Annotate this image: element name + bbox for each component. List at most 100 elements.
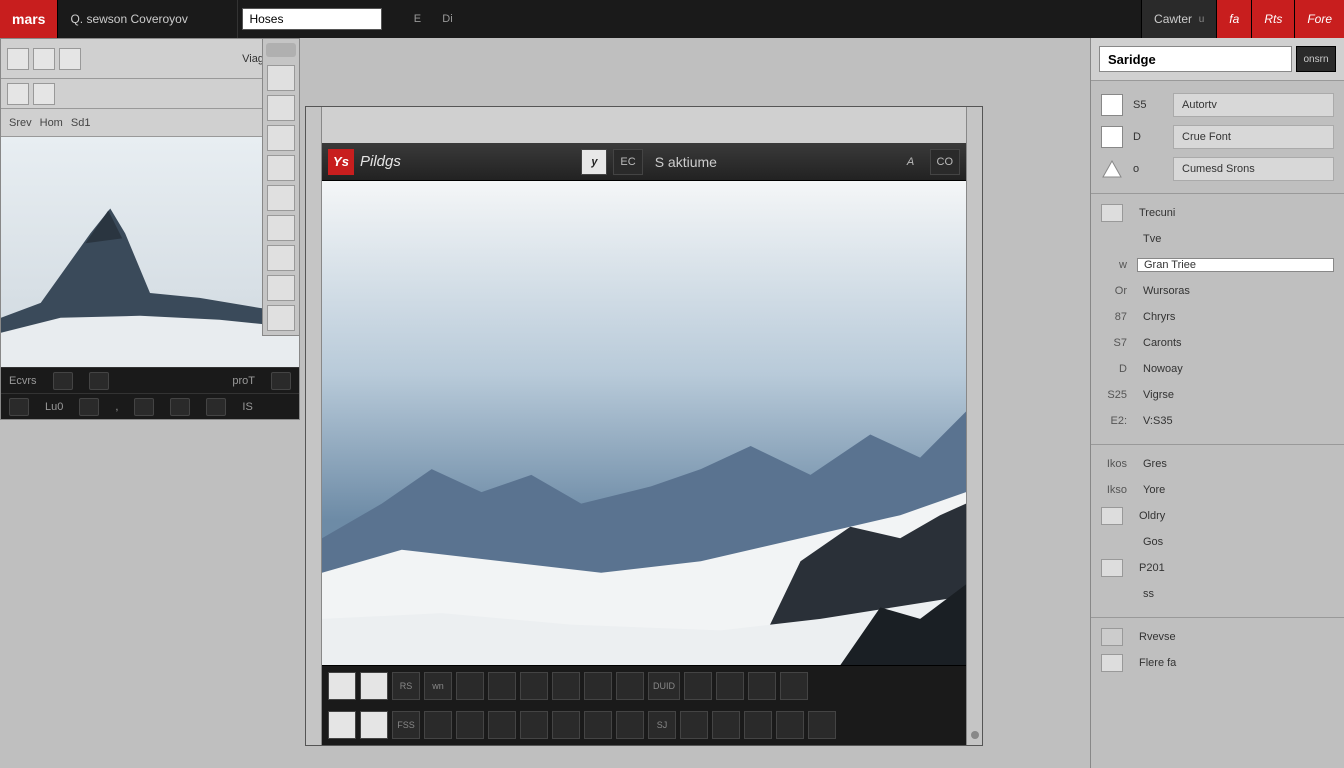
swatch-label: Crue Font bbox=[1173, 125, 1334, 149]
list-row[interactable]: P201 bbox=[1101, 555, 1334, 581]
thumbnail-item[interactable] bbox=[684, 672, 712, 700]
list-row[interactable]: Gos bbox=[1101, 529, 1334, 555]
thumbnail-item[interactable] bbox=[552, 672, 580, 700]
swatch-row[interactable]: S5 Autortv bbox=[1101, 89, 1334, 121]
thumbnail-item[interactable] bbox=[748, 672, 776, 700]
status-icon[interactable] bbox=[53, 372, 73, 390]
tool-button[interactable] bbox=[267, 305, 295, 331]
tab-cawter[interactable]: Cawter u bbox=[1141, 0, 1216, 38]
list-row[interactable]: S25Vigrse bbox=[1101, 382, 1334, 408]
status-label: proT bbox=[232, 375, 255, 387]
tab-fore[interactable]: Fore bbox=[1294, 0, 1344, 38]
list-row[interactable]: S7Caronts bbox=[1101, 330, 1334, 356]
tool-button[interactable] bbox=[33, 83, 55, 105]
tool-button[interactable] bbox=[267, 65, 295, 91]
thumbnail-item[interactable] bbox=[780, 672, 808, 700]
list-row[interactable]: 87Chryrs bbox=[1101, 304, 1334, 330]
list-row[interactable]: IksoYore bbox=[1101, 477, 1334, 503]
editor-canvas[interactable] bbox=[322, 181, 966, 665]
thumbnail-item[interactable] bbox=[616, 711, 644, 739]
titlebar-button[interactable]: A bbox=[898, 149, 924, 175]
list-row[interactable]: Tve bbox=[1101, 226, 1334, 252]
thumbnail-item[interactable] bbox=[360, 672, 388, 700]
thumbnail-item[interactable] bbox=[744, 711, 772, 739]
thumb-icon bbox=[1101, 507, 1123, 525]
tool-button[interactable] bbox=[267, 245, 295, 271]
panel-search-button[interactable]: onsrn bbox=[1296, 46, 1336, 72]
thumbnail-item[interactable] bbox=[456, 711, 484, 739]
titlebar-button[interactable]: CO bbox=[930, 149, 961, 175]
thumbnail-item[interactable] bbox=[520, 672, 548, 700]
tool-button[interactable] bbox=[267, 95, 295, 121]
thumbnail-item[interactable] bbox=[712, 711, 740, 739]
status-icon[interactable] bbox=[89, 372, 109, 390]
list-row[interactable]: wGran Triee bbox=[1101, 252, 1334, 278]
thumbnail-item[interactable] bbox=[328, 672, 356, 700]
thumbnail-item[interactable]: FSS bbox=[392, 711, 420, 739]
tool-button[interactable] bbox=[267, 155, 295, 181]
thumbnail-item[interactable] bbox=[808, 711, 836, 739]
thumbnail-item[interactable] bbox=[584, 672, 612, 700]
list-row[interactable]: Oldry bbox=[1101, 503, 1334, 529]
thumbnail-item[interactable] bbox=[776, 711, 804, 739]
status-icon[interactable] bbox=[9, 398, 29, 416]
tool-button[interactable] bbox=[33, 48, 55, 70]
tool-button[interactable] bbox=[267, 215, 295, 241]
list-row[interactable]: IkosGres bbox=[1101, 451, 1334, 477]
thumbnail-item[interactable] bbox=[488, 672, 516, 700]
tool-button[interactable] bbox=[267, 185, 295, 211]
list-row[interactable]: ss bbox=[1101, 581, 1334, 607]
thumbnail-item[interactable] bbox=[488, 711, 516, 739]
thumbnail-item[interactable] bbox=[680, 711, 708, 739]
list-row[interactable]: Trecuni bbox=[1101, 200, 1334, 226]
swatch-row[interactable]: D Crue Font bbox=[1101, 121, 1334, 153]
thumbnail-item[interactable] bbox=[616, 672, 644, 700]
list-row[interactable]: Rvevse bbox=[1101, 624, 1334, 650]
brand-tab[interactable]: mars bbox=[0, 0, 58, 38]
list-row[interactable]: Flere fa bbox=[1101, 650, 1334, 676]
thumbnail-item[interactable] bbox=[328, 711, 356, 739]
status-icon[interactable] bbox=[271, 372, 291, 390]
top-icon-2[interactable]: Di bbox=[435, 7, 459, 31]
sub-item[interactable]: Srev bbox=[9, 117, 32, 129]
status-icon[interactable] bbox=[134, 398, 154, 416]
resize-grip-icon[interactable] bbox=[971, 731, 979, 739]
titlebar-button[interactable]: EC bbox=[613, 149, 642, 175]
menu-dropdown-1[interactable]: Q. sewson Coveroyov bbox=[58, 0, 238, 38]
thumbnail-item[interactable]: wn bbox=[424, 672, 452, 700]
top-icon-1[interactable]: E bbox=[405, 7, 429, 31]
thumbnail-item[interactable] bbox=[456, 672, 484, 700]
tool-button[interactable] bbox=[59, 48, 81, 70]
tool-button[interactable] bbox=[267, 275, 295, 301]
tool-button[interactable] bbox=[7, 83, 29, 105]
thumbnail-item[interactable]: RS bbox=[392, 672, 420, 700]
thumbnail-item[interactable] bbox=[520, 711, 548, 739]
drag-handle-icon[interactable] bbox=[266, 43, 296, 57]
status-icon[interactable] bbox=[79, 398, 99, 416]
thumbnail-item[interactable]: DUID bbox=[648, 672, 680, 700]
tab-rts[interactable]: Rts bbox=[1251, 0, 1294, 38]
status-icon[interactable] bbox=[170, 398, 190, 416]
list-row[interactable]: E2:V:S35 bbox=[1101, 408, 1334, 434]
tab-fa[interactable]: fa bbox=[1216, 0, 1251, 38]
list-row[interactable]: DNowoay bbox=[1101, 356, 1334, 382]
thumbnail-item[interactable] bbox=[552, 711, 580, 739]
list-row[interactable]: OrWursoras bbox=[1101, 278, 1334, 304]
status-icon[interactable] bbox=[206, 398, 226, 416]
tool-button[interactable] bbox=[267, 125, 295, 151]
top-input[interactable] bbox=[242, 8, 382, 30]
thumbnail-item[interactable] bbox=[424, 711, 452, 739]
app-logo-icon[interactable]: Ys bbox=[328, 149, 354, 175]
thumbnail-item[interactable] bbox=[360, 711, 388, 739]
tool-button[interactable] bbox=[7, 48, 29, 70]
preview-toolbar: Viags locs bbox=[1, 39, 299, 79]
titlebar-button[interactable]: y bbox=[581, 149, 607, 175]
thumbnail-item[interactable] bbox=[584, 711, 612, 739]
panel-search-input[interactable] bbox=[1099, 46, 1292, 72]
thumbnail-item[interactable] bbox=[716, 672, 744, 700]
sub-item[interactable]: Hom bbox=[40, 117, 63, 129]
left-chrome bbox=[306, 107, 322, 745]
thumbnail-item[interactable]: SJ bbox=[648, 711, 676, 739]
swatch-row[interactable]: o Cumesd Srons bbox=[1101, 153, 1334, 185]
sub-item[interactable]: Sd1 bbox=[71, 117, 91, 129]
